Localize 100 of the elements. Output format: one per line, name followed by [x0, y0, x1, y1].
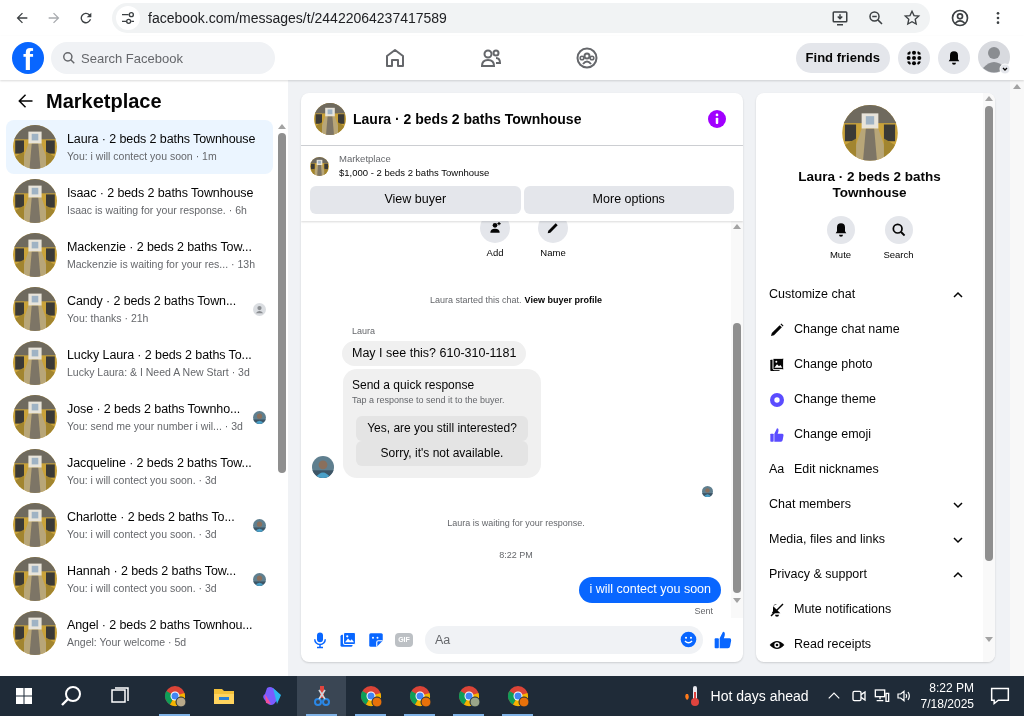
name-label: Name — [540, 245, 566, 260]
quick-response-subtitle: Tap a response to send it to the buyer. — [352, 394, 506, 408]
menu-item[interactable]: Edit nicknames — [794, 460, 879, 479]
conversation-title: Charlotte · 2 beds 2 baths To... — [67, 508, 236, 526]
emoji-icon[interactable] — [680, 631, 697, 648]
info-icon[interactable] — [708, 110, 726, 128]
conversation-title: Angel · 2 beds 2 baths Townhou... — [67, 616, 254, 634]
menu-item[interactable]: Change emoji — [769, 417, 970, 452]
section-header[interactable]: Customize chat — [769, 277, 970, 312]
scrollbar-thumb[interactable] — [985, 106, 993, 561]
seen-avatar-icon — [252, 302, 266, 316]
chat-started-notice: Laura started this chat. — [430, 293, 522, 307]
section-header[interactable]: Media, files and links — [769, 522, 970, 557]
clock-time[interactable]: 8:22 PM — [929, 680, 974, 696]
conversation-title: Jacqueline · 2 beds 2 baths Tow... — [67, 454, 253, 472]
quick-response-title: Send a quick response — [352, 377, 476, 395]
message-time: · 13h — [231, 256, 255, 272]
taskbar-app-button[interactable] — [297, 676, 346, 716]
photo-icon[interactable] — [339, 631, 357, 649]
listing-label: Marketplace — [339, 152, 392, 166]
account-avatar-icon[interactable] — [978, 41, 1012, 75]
message-preview: Angel: Your welcome — [67, 634, 166, 650]
message-preview: You: i will contect you soon. — [67, 526, 196, 542]
microphone-icon[interactable] — [311, 631, 329, 649]
quick-response-option[interactable]: Sorry, it's not available. — [356, 440, 528, 466]
section-title: Customize chat — [769, 286, 856, 304]
view-buyer-profile-link[interactable]: View buyer profile — [524, 293, 602, 308]
message-preview: You: thanks — [67, 310, 122, 326]
notification-center-icon[interactable] — [990, 686, 1010, 706]
pencil-icon — [769, 321, 785, 338]
menu-item[interactable]: Change chat name — [769, 312, 970, 347]
scrollbar-thumb[interactable] — [278, 133, 287, 473]
message-preview: Isaac is waiting for your response. — [67, 202, 226, 218]
photo-icon — [769, 356, 785, 373]
more-options-button[interactable]: More options — [523, 185, 734, 214]
chrome-icon — [358, 684, 383, 708]
message-timestamp: 8:22 PM — [498, 549, 534, 563]
waiting-notice: Laura is waiting for your response. — [446, 516, 586, 530]
apps-menu-icon[interactable] — [898, 42, 930, 74]
chrome-icon — [456, 684, 481, 708]
site-settings-icon[interactable] — [116, 6, 140, 30]
notifications-icon[interactable] — [938, 42, 970, 74]
search-label: Search — [883, 247, 914, 262]
message-time: · 6h — [228, 202, 247, 218]
pencil-icon[interactable] — [538, 220, 568, 243]
section-title: Chat members — [769, 496, 851, 514]
conversation-title: Laura · 2 beds 2 baths Townhouse — [67, 130, 257, 148]
message-preview: Lucky Laura: & I Need A New Start — [67, 364, 229, 380]
sender-name: Laura — [352, 325, 377, 339]
url-text: facebook.com/messages/t/24422064237417589 — [148, 8, 448, 28]
message-preview: You: send me your number i wil... — [67, 418, 222, 434]
back-arrow-icon[interactable] — [16, 92, 34, 110]
message-input[interactable]: Aa — [425, 626, 703, 654]
muted-bell-icon — [769, 601, 785, 618]
conversation-title: Isaac · 2 beds 2 baths Townhouse — [67, 184, 255, 202]
mute-label: Mute — [829, 247, 852, 262]
view-buyer-button[interactable]: View buyer — [310, 185, 521, 214]
sidebar-title: Marketplace — [46, 89, 162, 114]
section-header[interactable]: Chat members — [769, 487, 970, 522]
network-icon[interactable] — [872, 688, 891, 704]
clock-date[interactable]: 7/18/2025 — [920, 696, 974, 712]
sticker-icon[interactable] — [367, 631, 385, 649]
message-preview: You: i will contect you soon — [67, 148, 193, 164]
quick-response-option[interactable]: Yes, are you still interested? — [356, 415, 528, 441]
message-time: · 3d — [198, 526, 217, 542]
conversation-title: Hannah · 2 beds 2 baths Tow... — [67, 562, 238, 580]
facebook-logo[interactable]: f — [12, 42, 44, 74]
message-time: · 21h — [124, 310, 149, 326]
scrollbar-thumb[interactable] — [733, 322, 741, 593]
menu-item[interactable]: Change photo — [769, 347, 970, 382]
search-icon — [62, 51, 76, 65]
section-title: Privacy & support — [769, 566, 867, 584]
sent-status: Sent — [694, 604, 713, 618]
message-time: · 3d — [224, 418, 243, 434]
search-icon[interactable] — [884, 215, 913, 244]
message-time: · 3d — [198, 472, 217, 488]
menu-item[interactable]: Read receipts — [769, 627, 970, 662]
weather-text[interactable]: Hot days ahead — [710, 685, 809, 707]
find-friends-button[interactable]: Find friends — [795, 43, 890, 73]
add-person-icon[interactable] — [480, 220, 510, 243]
message-preview: You: i will contect you soon. — [67, 472, 196, 488]
groups-icon[interactable] — [575, 46, 599, 70]
menu-item[interactable]: Change theme — [769, 382, 970, 417]
volume-icon[interactable] — [894, 688, 913, 704]
listing-price-title: $1,000 - 2 beds 2 baths Townhouse — [339, 166, 490, 181]
search-field[interactable]: Search Facebook — [51, 42, 275, 74]
conversation-title: Candy · 2 beds 2 baths Town... — [67, 292, 238, 310]
home-icon[interactable] — [383, 46, 407, 70]
notifications-icon[interactable] — [826, 215, 855, 244]
conversation-item[interactable]: Laura · 2 beds 2 baths Townhouse You: i will contect you soon · 1m — [6, 120, 273, 174]
conversation-title: Jose · 2 beds 2 baths Townho... — [67, 400, 242, 418]
chrome-icon — [505, 684, 530, 708]
section-header[interactable]: Privacy & support — [769, 557, 970, 592]
camera-icon[interactable] — [850, 688, 867, 704]
message-time: · 5d — [168, 634, 187, 650]
details-title: Laura · 2 beds 2 baths Townhouse — [797, 168, 942, 201]
address-bar[interactable]: facebook.com/messages/t/24422064237417589 — [112, 3, 930, 33]
menu-item[interactable]: Mute notifications — [769, 592, 970, 627]
thumbs-up-icon[interactable] — [713, 630, 733, 650]
nickname-icon: Aa — [769, 460, 785, 479]
